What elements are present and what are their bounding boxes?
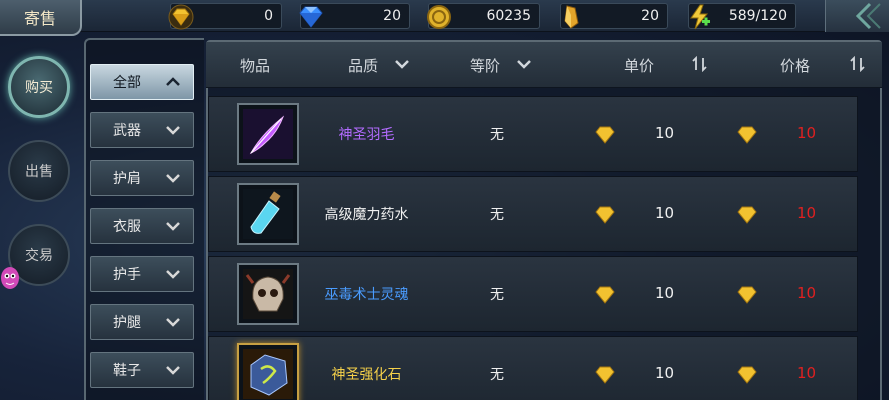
- category-list: 全部 武器 护肩 衣服 护手 护腿 鞋子: [84, 38, 204, 400]
- item-name: 高级魔力药水: [324, 207, 409, 223]
- skull-icon: [243, 269, 293, 319]
- chevron-down-icon: [166, 174, 180, 183]
- chevron-down-icon[interactable]: [516, 56, 532, 72]
- sort-icon[interactable]: [850, 56, 866, 72]
- total-price: 10: [797, 204, 817, 222]
- chevron-down-icon: [166, 270, 180, 279]
- column-price[interactable]: 价格: [780, 55, 810, 76]
- category-label: 护手: [113, 267, 141, 283]
- gold-crystal-icon: [564, 5, 579, 29]
- category-gloves[interactable]: 护手: [90, 256, 194, 292]
- chevron-down-icon: [166, 126, 180, 135]
- item-name: 神圣强化石: [331, 367, 402, 383]
- unit-price: 10: [655, 124, 675, 142]
- mode-buy-button[interactable]: 购买: [8, 56, 70, 118]
- blue-diamond-icon: [299, 6, 323, 28]
- gold-diamond-icon: [595, 126, 615, 144]
- gold-diamond-icon: [595, 286, 615, 304]
- resource-blue-diamond[interactable]: 20: [299, 3, 410, 29]
- page-title: 寄售: [0, 0, 82, 36]
- item-grade: 无: [490, 287, 504, 303]
- item-slot: [237, 263, 299, 325]
- total-price: 10: [797, 284, 817, 302]
- chevron-down-icon[interactable]: [394, 56, 410, 72]
- table-header: 物品 品质 等阶 单价 价格: [206, 42, 882, 88]
- gold-diamond-icon: [168, 4, 194, 30]
- item-slot: [237, 103, 299, 165]
- gold-diamond-icon: [595, 366, 615, 384]
- item-grade: 无: [490, 367, 504, 383]
- gold-diamond-icon: [595, 206, 615, 224]
- category-all[interactable]: 全部: [90, 64, 194, 100]
- resource-gold-diamond[interactable]: 0: [168, 3, 282, 30]
- category-clothes[interactable]: 衣服: [90, 208, 194, 244]
- resource-value: 0: [264, 8, 273, 24]
- table-row[interactable]: 神圣羽毛 无 10 10: [208, 96, 858, 172]
- category-label: 鞋子: [113, 363, 141, 379]
- column-item: 物品: [240, 57, 271, 75]
- item-slot: [237, 343, 299, 400]
- item-name: 巫毒术士灵魂: [324, 287, 409, 303]
- column-level[interactable]: 等阶: [470, 55, 500, 76]
- category-shoes[interactable]: 鞋子: [90, 352, 194, 388]
- back-chevron-icon: [855, 2, 881, 30]
- column-unit-price[interactable]: 单价: [624, 55, 654, 76]
- top-bar: 寄售 0 20 60235 20 589/120: [0, 0, 889, 36]
- resource-value: 589/120: [728, 8, 787, 24]
- gold-diamond-icon: [737, 126, 757, 144]
- resource-gold-coin[interactable]: 60235: [427, 3, 540, 29]
- total-price: 10: [797, 124, 817, 142]
- category-label: 护肩: [113, 171, 141, 187]
- item-grade: 无: [490, 207, 504, 223]
- gold-diamond-icon: [737, 206, 757, 224]
- category-label: 全部: [113, 75, 141, 91]
- category-shoulder[interactable]: 护肩: [90, 160, 194, 196]
- resource-value: 20: [641, 8, 659, 24]
- category-label: 护腿: [113, 315, 141, 331]
- mascot-character-icon[interactable]: [0, 264, 20, 300]
- feather-icon: [243, 109, 293, 159]
- gold-diamond-icon: [737, 286, 757, 304]
- resource-gold-crystal[interactable]: 20: [560, 3, 668, 29]
- gold-diamond-icon: [737, 366, 757, 384]
- chevron-down-icon: [166, 222, 180, 231]
- resource-value: 60235: [486, 8, 531, 24]
- energy-icon: [690, 4, 710, 30]
- column-quality[interactable]: 品质: [348, 55, 378, 76]
- category-label: 武器: [113, 123, 141, 139]
- unit-price: 10: [655, 204, 675, 222]
- resource-energy[interactable]: 589/120: [688, 3, 796, 30]
- chevron-up-icon: [166, 77, 180, 86]
- sort-icon[interactable]: [692, 56, 708, 72]
- rune-stone-icon: [243, 349, 293, 399]
- total-price: 10: [797, 364, 817, 382]
- category-legs[interactable]: 护腿: [90, 304, 194, 340]
- unit-price: 10: [655, 364, 675, 382]
- scrollbar[interactable]: [860, 96, 878, 400]
- item-grade: 无: [490, 127, 504, 143]
- mode-column: 购买 出售 交易: [0, 36, 80, 400]
- back-button[interactable]: [825, 0, 889, 32]
- item-name: 神圣羽毛: [338, 127, 395, 143]
- item-slot: [237, 183, 299, 245]
- category-weapon[interactable]: 武器: [90, 112, 194, 148]
- table-row[interactable]: 高级魔力药水 无 10 10: [208, 176, 858, 252]
- chevron-down-icon: [166, 318, 180, 327]
- table-row[interactable]: 神圣强化石 无 10 10: [208, 336, 858, 400]
- unit-price: 10: [655, 284, 675, 302]
- resource-value: 20: [383, 8, 401, 24]
- potion-icon: [243, 189, 293, 239]
- table-row[interactable]: 巫毒术士灵魂 无 10 10: [208, 256, 858, 332]
- category-label: 衣服: [113, 219, 141, 235]
- chevron-down-icon: [166, 366, 180, 375]
- mode-sell-button[interactable]: 出售: [8, 140, 70, 202]
- gold-coin-icon: [427, 5, 451, 29]
